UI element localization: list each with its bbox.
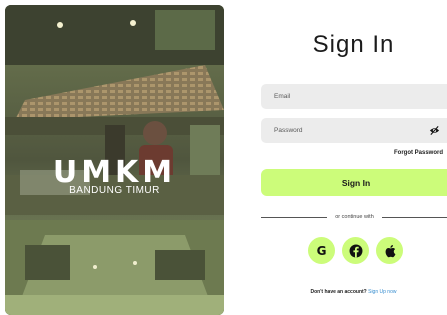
google-icon: G [316, 243, 327, 258]
brand-subtitle: BANDUNG TIMUR [69, 185, 160, 196]
sign-in-button[interactable]: Sign In [261, 169, 447, 196]
apple-login-button[interactable] [376, 237, 403, 264]
signup-prompt: Don't have an account? [310, 289, 367, 295]
sign-up-link[interactable]: Sign Up now [368, 289, 396, 295]
divider-text: or continue with [335, 214, 374, 220]
password-field-container [261, 117, 447, 144]
divider-line-right [382, 217, 447, 218]
signup-prompt-line: Don't have an account? Sign Up now [260, 289, 447, 295]
divider: or continue with [261, 214, 447, 221]
facebook-login-button[interactable] [342, 237, 369, 264]
eye-icon[interactable] [429, 125, 440, 136]
email-field[interactable] [261, 83, 426, 110]
page-title: Sign In [312, 31, 395, 58]
email-field-container [261, 83, 447, 110]
facebook-icon [349, 244, 362, 257]
password-field[interactable] [261, 117, 426, 144]
forgot-password-link[interactable]: Forgot Password [394, 150, 443, 156]
hero-image-panel: UMKM BANDUNG TIMUR [5, 5, 224, 315]
divider-line-left [261, 217, 327, 218]
google-login-button[interactable]: G [308, 237, 335, 264]
apple-icon [385, 244, 395, 257]
